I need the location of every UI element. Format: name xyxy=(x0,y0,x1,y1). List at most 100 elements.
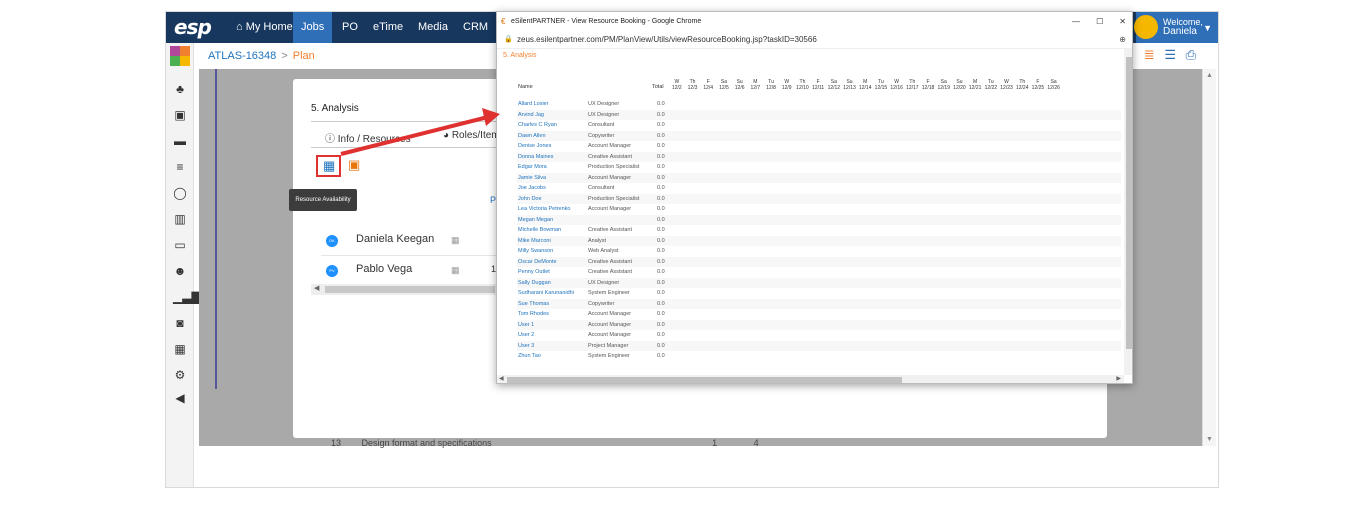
money-icon[interactable]: ◙ xyxy=(173,316,187,330)
resource-row-daniela[interactable]: DK Daniela Keegan ▦ xyxy=(321,226,496,256)
resource-link[interactable]: Denise Jones xyxy=(518,141,551,152)
nav-jobs[interactable]: Jobs xyxy=(293,12,333,43)
table-row[interactable]: Arvind Jag UX Designer 0.0 xyxy=(517,109,1121,121)
url-text[interactable]: zeus.esilentpartner.com/PM/PlanView/Util… xyxy=(517,35,817,44)
resource-link[interactable]: Megan Megan xyxy=(518,215,553,226)
resource-link[interactable]: Edgar Mora xyxy=(518,162,547,173)
resource-link[interactable]: Mike Marconi xyxy=(518,236,551,247)
resource-availability-button[interactable]: ▦ xyxy=(316,155,341,177)
address-bar[interactable]: 🔒 zeus.esilentpartner.com/PM/PlanView/Ut… xyxy=(497,31,1132,49)
resource-link[interactable]: Jamie Silva xyxy=(518,173,546,184)
resource-link[interactable]: Sue Thomas xyxy=(518,299,549,310)
table-row[interactable]: User 3 Project Manager 0.0 xyxy=(517,340,1121,352)
scroll-left-icon[interactable]: ◀ xyxy=(499,375,504,382)
table-row[interactable]: Donna Maines Creative Assistant 0.0 xyxy=(517,151,1121,163)
resource-link[interactable]: Zhun Tao xyxy=(518,351,541,362)
resource-link[interactable]: John Doe xyxy=(518,194,542,205)
resource-link[interactable]: Tom Rhodes xyxy=(518,309,549,320)
list-icon[interactable]: ≡ xyxy=(173,160,187,174)
nav-my-home[interactable]: ⌂ My Home xyxy=(228,12,301,43)
resource-link[interactable]: User 3 xyxy=(518,341,534,352)
table-row[interactable]: Allard Losier UX Designer 0.0 xyxy=(517,99,1121,110)
document-icon[interactable]: ☰ xyxy=(1164,47,1176,62)
nav-etime[interactable]: eTime xyxy=(365,12,411,43)
zoom-icon[interactable]: ⊕ xyxy=(1119,31,1126,49)
breadcrumb-job[interactable]: ATLAS-16348 xyxy=(208,50,276,62)
resource-link[interactable]: Charles C Ryan xyxy=(518,120,557,131)
tab-roles[interactable]: ◕ Roles/Item xyxy=(443,130,500,141)
calendar-icon[interactable]: ▭ xyxy=(173,238,187,252)
map-icon[interactable]: ▥ xyxy=(173,212,187,226)
scroll-right-icon[interactable]: ▶ xyxy=(1116,375,1121,382)
table-row[interactable]: User 2 Account Manager 0.0 xyxy=(517,330,1121,341)
nav-media[interactable]: Media xyxy=(410,12,456,43)
resource-link[interactable]: Sally Duggan xyxy=(518,278,551,289)
esp-logo[interactable]: esp xyxy=(174,15,212,39)
table-row[interactable]: Dawn Allen Copywriter 0.0 xyxy=(517,130,1121,142)
task-row[interactable]: 13 Design format and specifications 1 4 xyxy=(321,438,759,448)
scroll-down-icon[interactable]: ▼ xyxy=(1206,436,1213,443)
resource-link[interactable]: User 2 xyxy=(518,330,534,341)
table-row[interactable]: Mike Marconi Analyst 0.0 xyxy=(517,235,1121,247)
table-row[interactable]: Charles C Ryan Consultant 0.0 xyxy=(517,120,1121,131)
resource-link[interactable]: Lea Victoria Petrenko xyxy=(518,204,571,215)
table-row[interactable]: User 1 Account Manager 0.0 xyxy=(517,319,1121,331)
resource-link[interactable]: Joe Jacobs xyxy=(518,183,546,194)
resource-link[interactable]: Dawn Allen xyxy=(518,131,546,142)
resource-link[interactable]: Oscar DeMonte xyxy=(518,257,557,268)
table-row[interactable]: Lea Victoria Petrenko Account Manager 0.0 xyxy=(517,204,1121,215)
table-row[interactable]: Oscar DeMonte Creative Assistant 0.0 xyxy=(517,256,1121,268)
resource-link[interactable]: Milly Swanson xyxy=(518,246,553,257)
calendar-icon[interactable]: ▦ xyxy=(451,265,460,276)
nav-po[interactable]: PO xyxy=(334,12,366,43)
bar-chart-icon[interactable]: ▁▃▇ xyxy=(173,290,201,304)
folder-icon[interactable]: ▬ xyxy=(173,134,187,148)
table-row[interactable]: Joe Jacobs Consultant 0.0 xyxy=(517,183,1121,194)
table-row[interactable]: Sudharani Karunanidhi System Engineer 0.0 xyxy=(517,288,1121,299)
table-row[interactable]: John Doe Production Specialist 0.0 xyxy=(517,193,1121,205)
print-icon[interactable]: ⎙ xyxy=(1186,47,1196,62)
table-row[interactable]: Penny Outlet Creative Assistant 0.0 xyxy=(517,267,1121,278)
table-row[interactable]: Tom Rhodes Account Manager 0.0 xyxy=(517,309,1121,320)
resource-link[interactable]: Donna Maines xyxy=(518,152,553,163)
resource-link[interactable]: User 1 xyxy=(518,320,534,331)
table-row[interactable]: Sue Thomas Copywriter 0.0 xyxy=(517,298,1121,310)
popup-horizontal-scrollbar[interactable]: ◀ ▶ xyxy=(497,375,1124,383)
table-row[interactable]: Jamie Silva Account Manager 0.0 xyxy=(517,172,1121,184)
scroll-up-icon[interactable]: ▲ xyxy=(1206,72,1213,79)
scroll-thumb[interactable] xyxy=(1126,57,1132,349)
popup-vertical-scrollbar[interactable] xyxy=(1124,49,1132,375)
tab-info-resources[interactable]: ⓘ Info / Resources xyxy=(325,130,411,145)
table-row[interactable]: Megan Megan 0.0 xyxy=(517,214,1121,226)
minimize-icon[interactable]: — xyxy=(1072,17,1080,26)
table-row[interactable]: Sally Duggan UX Designer 0.0 xyxy=(517,277,1121,289)
calendar-remove-icon[interactable]: ▣ xyxy=(348,157,360,173)
collapse-icon[interactable]: ◀ xyxy=(173,391,187,405)
table-row[interactable]: Zhun Tao System Engineer 0.0 xyxy=(517,351,1121,362)
table-row[interactable]: Milly Swanson Web Analyst 0.0 xyxy=(517,246,1121,257)
org-chart-icon[interactable]: ♣ xyxy=(173,82,187,96)
resource-row-pablo[interactable]: PV Pablo Vega ▦ 1 xyxy=(321,256,496,286)
resource-link[interactable]: Allard Losier xyxy=(518,99,549,110)
table-row[interactable]: Denise Jones Account Manager 0.0 xyxy=(517,141,1121,152)
users-icon[interactable]: ☻ xyxy=(173,264,187,278)
resource-link[interactable]: Penny Outlet xyxy=(518,267,550,278)
scroll-thumb[interactable] xyxy=(325,286,495,293)
user-menu[interactable]: Welcome, Daniela ▼ xyxy=(1134,12,1218,43)
resource-link[interactable]: Arvind Jag xyxy=(518,110,544,121)
page-scrollbar[interactable]: ▲ ▼ xyxy=(1202,69,1216,446)
comments-icon[interactable]: ◯ xyxy=(173,186,187,200)
scroll-left-icon[interactable]: ◀ xyxy=(314,284,319,292)
nav-crm[interactable]: CRM xyxy=(455,12,496,43)
resource-link[interactable]: Michelle Bowman xyxy=(518,225,561,236)
resource-link[interactable]: Sudharani Karunanidhi xyxy=(518,288,574,299)
close-icon[interactable]: ✕ xyxy=(1119,17,1126,26)
modal-horizontal-scrollbar[interactable]: ◀ xyxy=(311,284,496,295)
calendar-icon[interactable]: ▦ xyxy=(451,235,460,246)
calendar-grid-icon[interactable]: ▦ xyxy=(173,342,187,356)
gears-icon[interactable]: ⚙ xyxy=(173,368,187,382)
maximize-icon[interactable]: ☐ xyxy=(1096,17,1103,26)
table-row[interactable]: Michelle Bowman Creative Assistant 0.0 xyxy=(517,225,1121,236)
scroll-thumb[interactable] xyxy=(507,377,902,383)
gantt-icon[interactable]: ≣ xyxy=(1144,47,1155,62)
